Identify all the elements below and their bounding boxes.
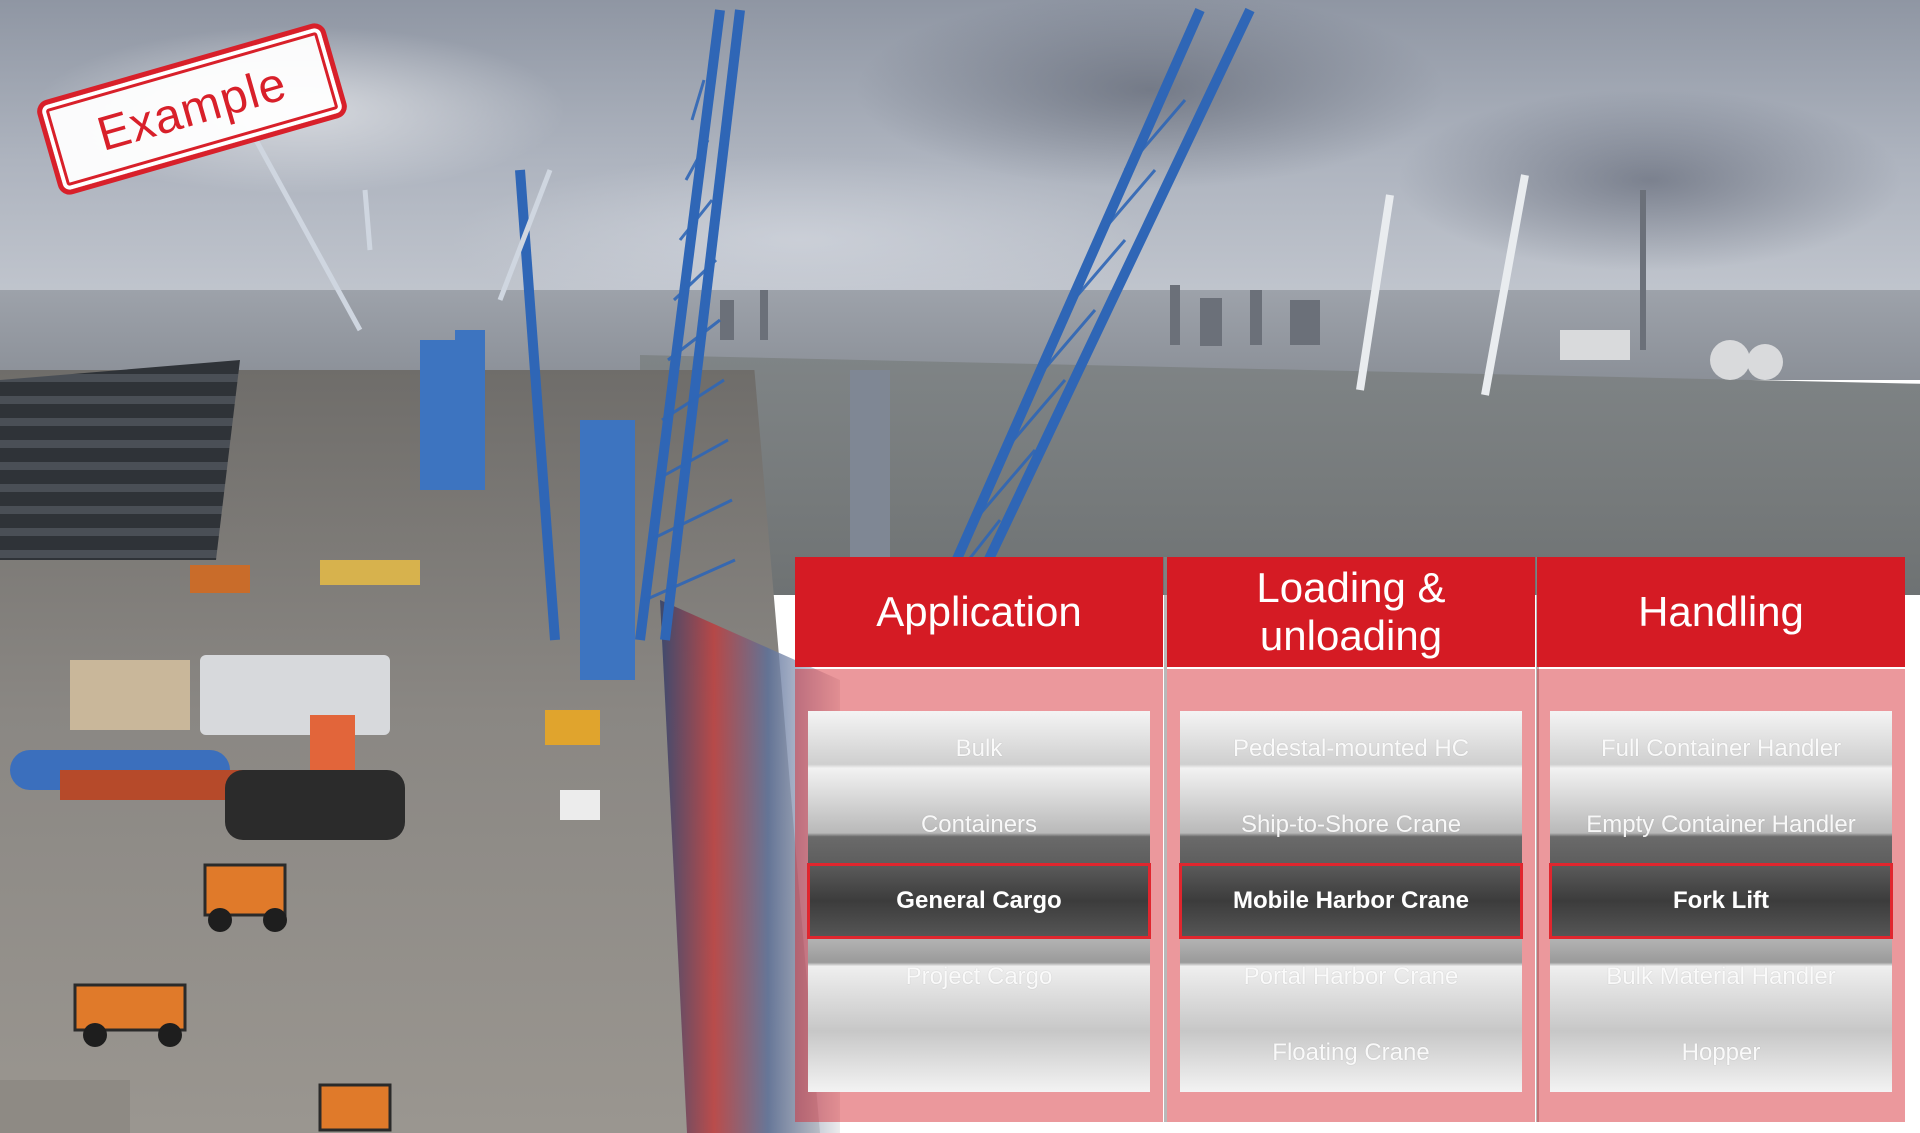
column-header-handling: Handling xyxy=(1537,557,1905,667)
column-handling: Handling Full Container Handler Empty Co… xyxy=(1537,557,1905,1122)
column-application: Application Bulk Containers General Carg… xyxy=(795,557,1163,1122)
option-project-cargo[interactable]: Project Cargo xyxy=(808,939,1150,1015)
option-hopper[interactable]: Hopper xyxy=(1550,1015,1892,1091)
option-portal-harbor-crane[interactable]: Portal Harbor Crane xyxy=(1180,939,1522,1015)
column-header-loading-unloading: Loading & unloading xyxy=(1167,557,1535,667)
option-bulk[interactable]: Bulk xyxy=(808,711,1150,787)
option-ship-to-shore-crane[interactable]: Ship-to-Shore Crane xyxy=(1180,787,1522,863)
option-general-cargo-selected[interactable]: General Cargo xyxy=(807,863,1151,939)
option-full-container-handler[interactable]: Full Container Handler xyxy=(1550,711,1892,787)
option-list-handling[interactable]: Full Container Handler Empty Container H… xyxy=(1549,711,1893,1092)
column-loading-unloading: Loading & unloading Pedestal-mounted HC … xyxy=(1167,557,1535,1122)
option-floating-crane[interactable]: Floating Crane xyxy=(1180,1015,1522,1091)
column-header-label: Loading & unloading xyxy=(1256,564,1446,659)
option-fork-lift-selected[interactable]: Fork Lift xyxy=(1549,863,1893,939)
option-mobile-harbor-crane-selected[interactable]: Mobile Harbor Crane xyxy=(1179,863,1523,939)
option-bulk-material-handler[interactable]: Bulk Material Handler xyxy=(1550,939,1892,1015)
option-list-loading-unloading[interactable]: Pedestal-mounted HC Ship-to-Shore Crane … xyxy=(1179,711,1523,1092)
option-empty-container-handler[interactable]: Empty Container Handler xyxy=(1550,787,1892,863)
option-empty xyxy=(808,1015,1150,1091)
option-containers[interactable]: Containers xyxy=(808,787,1150,863)
option-list-application[interactable]: Bulk Containers General Cargo Project Ca… xyxy=(807,711,1151,1092)
column-header-application: Application xyxy=(795,557,1163,667)
option-pedestal-mounted-hc[interactable]: Pedestal-mounted HC xyxy=(1180,711,1522,787)
category-selector-panel: Application Bulk Containers General Carg… xyxy=(795,557,1905,1122)
